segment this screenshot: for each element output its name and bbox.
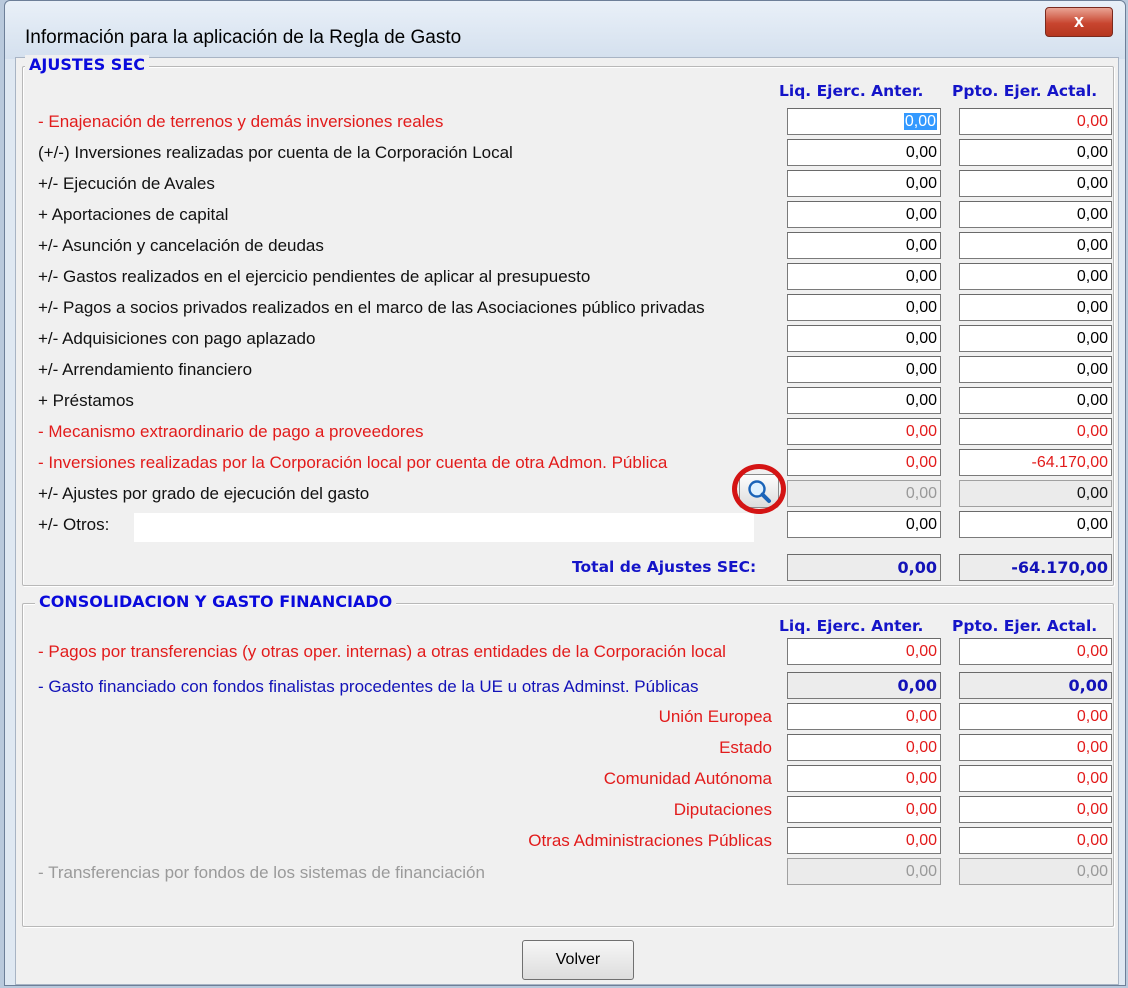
window-title: Información para la aplicación de la Reg… [25, 27, 462, 48]
ajustes-row-v1[interactable]: 0,00 [787, 449, 941, 476]
ajustes-row-v2[interactable]: 0,00 [959, 511, 1112, 538]
ajustes-row-v1[interactable]: 0,00 [787, 356, 941, 383]
gasto-financiado-label: - Gasto financiado con fondos finalistas… [38, 677, 699, 696]
ajustes-row-label: +/- Ejecución de Avales [38, 174, 215, 193]
ajustes-row-v1[interactable]: 0,00 [787, 108, 941, 135]
consol-col2-header: Ppto. Ejer. Actal. [952, 617, 1098, 635]
ajustes-row-v2[interactable]: 0,00 [959, 387, 1112, 414]
ajustes-row-v1[interactable]: 0,00 [787, 294, 941, 321]
ajustes-row-label: +/- Adquisiciones con pago aplazado [38, 329, 316, 348]
ajustes-row-label: +/- Pagos a socios privados realizados e… [38, 298, 705, 317]
ajustes-row-label: +/- Gastos realizados en el ejercicio pe… [38, 267, 591, 286]
consol-sub-v1[interactable]: 0,00 [787, 703, 941, 730]
ajustes-row-v1[interactable]: 0,00 [787, 325, 941, 352]
ajustes-row-label: - Inversiones realizadas por la Corporac… [38, 453, 668, 472]
ajustes-row-label: + Préstamos [38, 391, 134, 410]
ajustes-col1-header: Liq. Ejerc. Anter. [779, 82, 924, 100]
ajustes-row-label: - Mecanismo extraordinario de pago a pro… [38, 422, 424, 441]
otros-description-input[interactable] [134, 513, 754, 542]
ajustes-row-v2[interactable]: 0,00 [959, 139, 1112, 166]
ajustes-row-v1[interactable]: 0,00 [787, 201, 941, 228]
consol-sub-label: Comunidad Autónoma [603, 769, 772, 788]
close-button[interactable]: x [1045, 7, 1113, 37]
ajustes-col2-header: Ppto. Ejer. Actal. [952, 82, 1098, 100]
consol-sub-v1[interactable]: 0,00 [787, 734, 941, 761]
consol-sub-v1[interactable]: 0,00 [787, 827, 941, 854]
transferencias-label: - Transferencias por fondos de los siste… [38, 863, 485, 882]
total-ajustes-v2: -64.170,00 [959, 554, 1112, 581]
consol-sub-v1[interactable]: 0,00 [787, 796, 941, 823]
ajustes-row-v1[interactable]: 0,00 [787, 170, 941, 197]
pagos-transferencias-v1[interactable]: 0,00 [787, 638, 941, 665]
ajustes-row-v1[interactable]: 0,00 [787, 511, 941, 538]
ajustes-row-label: - Enajenación de terrenos y demás invers… [38, 112, 444, 131]
ajustes-row-v2: 0,00 [959, 480, 1112, 507]
ajustes-row-v1[interactable]: 0,00 [787, 418, 941, 445]
consol-sub-label: Otras Administraciones Públicas [528, 831, 772, 850]
ajustes-row-label: +/- Arrendamiento financiero [38, 360, 253, 379]
consol-sub-v2[interactable]: 0,00 [959, 703, 1112, 730]
ajustes-row-v2[interactable]: 0,00 [959, 418, 1112, 445]
dialog-window: Información para la aplicación de la Reg… [4, 0, 1126, 986]
consol-col1-header: Liq. Ejerc. Anter. [779, 617, 924, 635]
ajustes-row-v2[interactable]: 0,00 [959, 325, 1112, 352]
consol-sub-label: Diputaciones [673, 800, 772, 819]
selected-value: 0,00 [903, 113, 937, 130]
ajustes-row-v2[interactable]: 0,00 [959, 356, 1112, 383]
ajustes-row-v2[interactable]: 0,00 [959, 108, 1112, 135]
consolidacion-title: CONSOLIDACION Y GASTO FINANCIADO [35, 592, 397, 611]
transferencias-v2: 0,00 [959, 858, 1112, 885]
consol-sub-v2[interactable]: 0,00 [959, 765, 1112, 792]
ajustes-row-label: +/- Ajustes por grado de ejecución del g… [38, 484, 370, 503]
ajustes-row-v1[interactable]: 0,00 [787, 139, 941, 166]
consol-sub-v1[interactable]: 0,00 [787, 765, 941, 792]
consol-sub-v2[interactable]: 0,00 [959, 827, 1112, 854]
total-ajustes-v1: 0,00 [787, 554, 941, 581]
gasto-financiado-v1: 0,00 [787, 672, 941, 699]
ajustes-row-v2[interactable]: 0,00 [959, 232, 1112, 259]
ajustes-row-v2[interactable]: 0,00 [959, 170, 1112, 197]
ajustes-sec-title: AJUSTES SEC [25, 55, 149, 74]
highlight-circle [732, 464, 786, 514]
consol-sub-v2[interactable]: 0,00 [959, 796, 1112, 823]
ajustes-row-v2[interactable]: 0,00 [959, 263, 1112, 290]
title-bar: Información para la aplicación de la Reg… [5, 1, 1125, 59]
consol-sub-label: Unión Europea [658, 707, 772, 726]
ajustes-row-v2[interactable]: 0,00 [959, 294, 1112, 321]
consol-sub-label: Estado [719, 738, 772, 757]
ajustes-row-label: +/- Otros: [38, 515, 110, 534]
ajustes-row-v1[interactable]: 0,00 [787, 232, 941, 259]
ajustes-row-v2[interactable]: -64.170,00 [959, 449, 1112, 476]
ajustes-row-v1: 0,00 [787, 480, 941, 507]
ajustes-row-v1[interactable]: 0,00 [787, 387, 941, 414]
ajustes-row-v2[interactable]: 0,00 [959, 201, 1112, 228]
total-ajustes-label: Total de Ajustes SEC: [572, 558, 757, 576]
ajustes-row-label: (+/-) Inversiones realizadas por cuenta … [38, 143, 513, 162]
consol-sub-v2[interactable]: 0,00 [959, 734, 1112, 761]
close-icon: x [1073, 11, 1084, 31]
dialog-body: AJUSTES SEC Liq. Ejerc. Anter. Ppto. Eje… [15, 55, 1119, 985]
pagos-transferencias-v2[interactable]: 0,00 [959, 638, 1112, 665]
ajustes-row-v1[interactable]: 0,00 [787, 263, 941, 290]
volver-button[interactable]: Volver [522, 940, 634, 980]
ajustes-row-label: + Aportaciones de capital [38, 205, 229, 224]
pagos-transferencias-label: - Pagos por transferencias (y otras oper… [38, 642, 726, 661]
gasto-financiado-v2: 0,00 [959, 672, 1112, 699]
transferencias-v1: 0,00 [787, 858, 941, 885]
ajustes-row-label: +/- Asunción y cancelación de deudas [38, 236, 324, 255]
